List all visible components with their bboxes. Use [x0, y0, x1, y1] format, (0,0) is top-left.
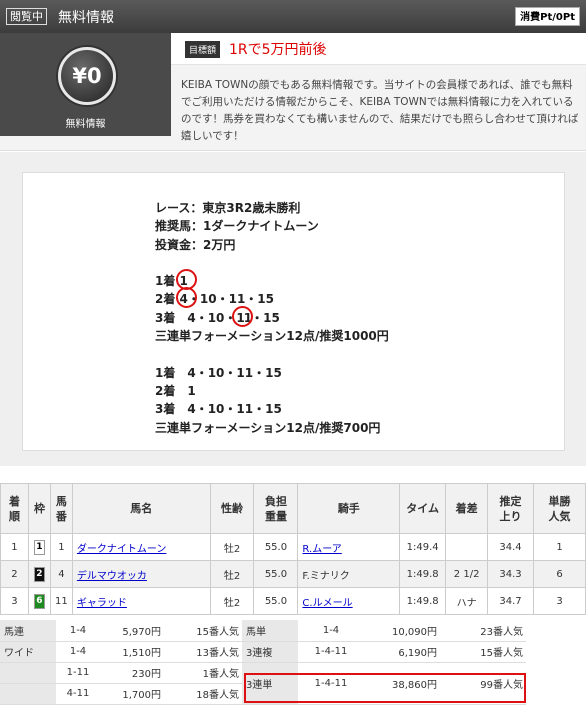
payout-row: 1-11 230円 1番人気 3連単 1-4-11 38,860円 99番人気 — [0, 662, 526, 705]
col-pop: 単勝 人気 — [533, 483, 586, 534]
page-title: 無料情報 — [58, 10, 114, 26]
prediction-section: レース：東京3R2歳未勝利 推奨馬：1ダークナイトムーン 投資金：2万円 1着 … — [0, 152, 586, 466]
second-place-line: 2着 4・10・11・15 — [155, 287, 389, 309]
race-line: レース：東京3R2歳未勝利 — [155, 201, 301, 215]
payout-row: 馬連 1-4 5,970円 15番人気 馬単 1-4 10,090円 23番人気 — [0, 620, 526, 642]
results-table: 着 順 枠 馬 番 馬名 性齢 負担 重量 騎手 タイム 着差 推定 上り 単勝… — [0, 483, 586, 615]
col-name: 馬名 — [71, 483, 211, 534]
third-place-line: 3着 4・10・11・15 — [155, 305, 389, 328]
table-row: 3 6 11 ギャラッド 牡2 55.0 C.ルメール 1:49.8 ハナ 34… — [0, 587, 586, 615]
horse-line: 推奨馬：1ダークナイトムーン — [155, 219, 319, 234]
hit-circle-mark: 4 — [175, 287, 198, 309]
formation-line: 三連単フォーメーション12点/推奨1000円 — [155, 329, 389, 344]
horse-link[interactable]: ダークナイトムーン — [77, 544, 167, 555]
waku-badge: 2 — [33, 566, 45, 582]
col-num: 馬 番 — [49, 483, 73, 534]
description: KEIBA TOWNの顔でもある無料情報です。当サイトの会員様であれば、誰でも無… — [181, 79, 579, 142]
col-margin: 着差 — [445, 483, 489, 534]
payout-row: ワイド 1-4 1,510円 13番人気 3連複 1-4-11 6,190円 1… — [0, 641, 526, 663]
col-sex: 性齢 — [209, 483, 255, 534]
horse-link[interactable]: デルマウオッカ — [77, 571, 147, 582]
col-time: タイム — [399, 483, 447, 534]
waku-badge: 1 — [33, 539, 45, 555]
goal-text: 1Rで5万円前後 — [229, 42, 327, 58]
coin-box: ¥0 無料情報 — [0, 33, 171, 136]
viewing-badge: 閲覧中 — [6, 8, 47, 25]
prediction-box: レース：東京3R2歳未勝利 推奨馬：1ダークナイトムーン 投資金：2万円 1着 … — [22, 172, 565, 451]
prediction-text: レース：東京3R2歳未勝利 推奨馬：1ダークナイトムーン 投資金：2万円 1着 … — [155, 199, 389, 437]
col-agari: 推定 上り — [487, 483, 535, 534]
second-pattern-first: 1着 4・10・11・15 — [155, 365, 282, 380]
goal-tag: 目標額 — [185, 41, 221, 58]
info-panel: ¥0 無料情報 目標額 1Rで5万円前後 KEIBA TOWNの顔でもある無料情… — [0, 33, 586, 151]
table-row: 1 1 1 ダークナイトムーン 牡2 55.0 R.ムーア 1:49.4 34.… — [0, 533, 586, 561]
results-header-row: 着 順 枠 馬 番 馬名 性齢 負担 重量 騎手 タイム 着差 推定 上り 単勝… — [0, 483, 586, 534]
payout-table: 馬連 1-4 5,970円 15番人気 馬単 1-4 10,090円 23番人気… — [0, 620, 526, 705]
table-row: 2 2 4 デルマウオッカ 牡2 55.0 F.ミナリク 1:49.8 2 1/… — [0, 560, 586, 588]
coin-label: 無料情報 — [65, 119, 106, 130]
col-jockey: 騎手 — [297, 483, 401, 534]
header-bar: 閲覧中 無料情報 消費Pt/0Pt — [0, 0, 586, 33]
col-pos: 着 順 — [0, 483, 29, 534]
jockey-link[interactable]: R.ムーア — [302, 544, 341, 555]
stake-line: 投資金：2万円 — [155, 237, 236, 252]
col-waku: 枠 — [27, 483, 51, 534]
points-badge: 消費Pt/0Pt — [515, 7, 580, 26]
second-pattern-third: 3着 4・10・11・15 — [155, 402, 282, 417]
jockey-name: F.ミナリク — [302, 570, 350, 582]
jockey-link[interactable]: C.ルメール — [302, 598, 352, 609]
waku-badge: 6 — [33, 593, 45, 609]
horse-link[interactable]: ギャラッド — [77, 598, 127, 609]
formation-line: 三連単フォーメーション12点/推奨700円 — [155, 420, 381, 435]
hit-circle-mark: 11 — [232, 305, 254, 328]
coin-value: ¥0 — [72, 64, 102, 88]
col-weight: 負担 重量 — [253, 483, 299, 534]
yen-coin-icon: ¥0 — [58, 47, 116, 105]
second-pattern-second: 2着 1 — [155, 383, 196, 398]
goal-bar: 目標額 1Rで5万円前後 — [171, 33, 586, 65]
